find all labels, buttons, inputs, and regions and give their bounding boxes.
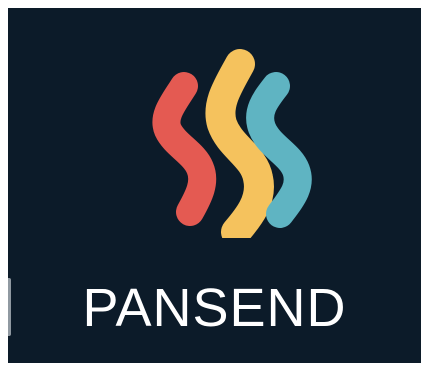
logo-card: PANSEND bbox=[8, 8, 421, 363]
pansend-logo-icon bbox=[152, 49, 312, 238]
brand-name: PANSEND bbox=[82, 278, 347, 338]
logo-stripe-red bbox=[152, 72, 217, 226]
logo-stripe-yellow bbox=[205, 49, 274, 238]
